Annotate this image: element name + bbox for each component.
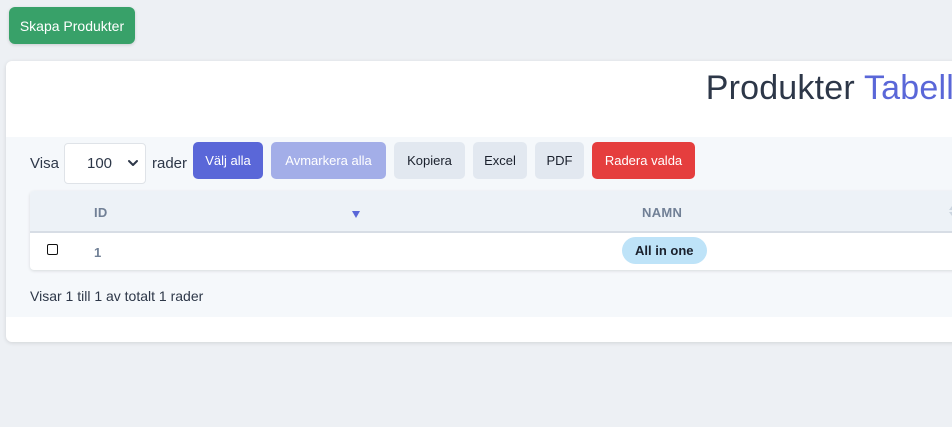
cell-id: 1 bbox=[94, 245, 102, 260]
pdf-button[interactable]: PDF bbox=[535, 142, 584, 179]
create-products-button[interactable]: Skapa Produkter bbox=[9, 7, 135, 44]
chevron-down-icon bbox=[128, 160, 138, 166]
table-row[interactable]: 1 All in one bbox=[30, 233, 952, 270]
row-checkbox[interactable] bbox=[47, 244, 58, 255]
rows-per-page-select[interactable]: 100 bbox=[64, 143, 146, 184]
copy-button[interactable]: Kopiera bbox=[394, 142, 465, 179]
delete-selected-button[interactable]: Radera valda bbox=[592, 142, 695, 179]
products-card: Produkter Tabell Visa 100 rader Välj all… bbox=[6, 61, 952, 342]
product-name-badge: All in one bbox=[622, 237, 707, 264]
show-label: Visa bbox=[30, 155, 59, 172]
table-header: ID NAMN bbox=[30, 191, 952, 233]
page-title-main: Produkter bbox=[705, 69, 855, 107]
table-info-text: Visar 1 till 1 av totalt 1 rader bbox=[30, 288, 204, 304]
column-header-id[interactable]: ID bbox=[94, 205, 108, 220]
products-table: ID NAMN 1 All in one bbox=[30, 191, 952, 270]
select-all-button[interactable]: Välj alla bbox=[193, 142, 263, 179]
sort-desc-icon[interactable] bbox=[352, 211, 360, 218]
page-title: Produkter Tabell bbox=[706, 69, 952, 108]
sort-icon[interactable] bbox=[948, 205, 952, 217]
excel-button[interactable]: Excel bbox=[473, 142, 527, 179]
deselect-all-button[interactable]: Avmarkera alla bbox=[271, 142, 386, 179]
rows-suffix-label: rader bbox=[152, 155, 188, 172]
rows-per-page-value: 100 bbox=[87, 155, 113, 172]
column-header-name[interactable]: NAMN bbox=[642, 205, 682, 220]
page-title-accent: Tabell bbox=[863, 69, 952, 107]
